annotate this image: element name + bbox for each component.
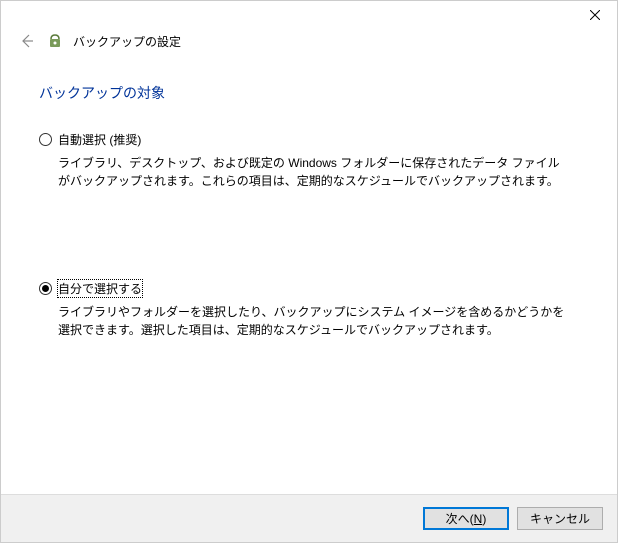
radio-auto[interactable] bbox=[39, 133, 52, 146]
close-button[interactable] bbox=[572, 1, 617, 29]
page-title: バックアップの対象 bbox=[39, 83, 579, 103]
window-title: バックアップの設定 bbox=[73, 33, 181, 50]
option-auto-row[interactable]: 自動選択 (推奨) bbox=[39, 131, 579, 148]
cancel-button[interactable]: キャンセル bbox=[517, 507, 603, 530]
radio-manual[interactable] bbox=[39, 282, 52, 295]
content: バックアップの対象 自動選択 (推奨) ライブラリ、デスクトップ、および既定の … bbox=[1, 59, 617, 339]
back-button[interactable] bbox=[17, 31, 37, 51]
option-auto-description: ライブラリ、デスクトップ、および既定の Windows フォルダーに保存されたデ… bbox=[58, 154, 569, 190]
back-arrow-icon bbox=[19, 33, 35, 49]
next-button-prefix: 次へ( bbox=[446, 512, 474, 526]
header: バックアップの設定 bbox=[1, 31, 617, 59]
backup-app-icon bbox=[47, 33, 63, 49]
option-auto: 自動選択 (推奨) ライブラリ、デスクトップ、および既定の Windows フォ… bbox=[39, 131, 579, 190]
option-manual-row[interactable]: 自分で選択する bbox=[39, 280, 579, 297]
titlebar bbox=[1, 1, 617, 31]
close-icon bbox=[590, 10, 600, 20]
next-button-suffix: ) bbox=[482, 512, 486, 526]
option-manual: 自分で選択する ライブラリやフォルダーを選択したり、バックアップにシステム イメ… bbox=[39, 280, 579, 339]
option-auto-label[interactable]: 自動選択 (推奨) bbox=[58, 131, 141, 148]
option-manual-label[interactable]: 自分で選択する bbox=[58, 280, 142, 297]
next-button-hotkey: N bbox=[474, 512, 483, 526]
next-button[interactable]: 次へ(N) bbox=[423, 507, 509, 530]
footer: 次へ(N) キャンセル bbox=[1, 494, 617, 542]
option-manual-description: ライブラリやフォルダーを選択したり、バックアップにシステム イメージを含めるかど… bbox=[58, 303, 569, 339]
